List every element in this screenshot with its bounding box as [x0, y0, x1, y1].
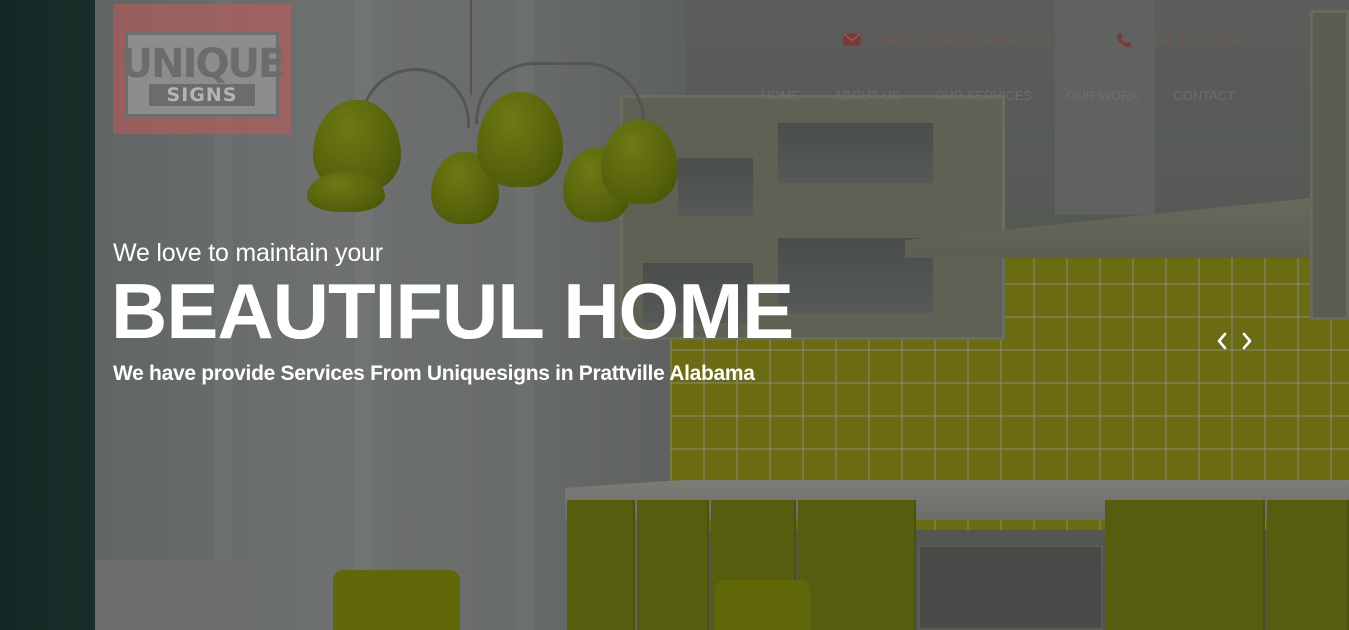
- chevron-right-icon: [1242, 332, 1252, 350]
- main-nav: HOME ABOUT US OUR SERVICES OUR WORK CONT…: [761, 88, 1269, 103]
- chevron-left-icon: [1217, 332, 1227, 350]
- hero-title: BEAUTIFUL HOME: [111, 267, 794, 355]
- nav-item-our-work[interactable]: OUR WORK: [1066, 88, 1139, 103]
- logo-word-signs: SIGNS: [148, 83, 256, 106]
- nav-item-about-us[interactable]: ABOUT US: [834, 88, 900, 103]
- logo-word-unique: UNIQUE: [120, 40, 286, 87]
- email-text: uniquesignz@hotmail.com: [874, 31, 1051, 48]
- contact-phone[interactable]: 334-322-3584: [1114, 31, 1239, 48]
- nav-item-contact[interactable]: CONTACT: [1173, 88, 1235, 103]
- slider-prev-button[interactable]: [1213, 330, 1231, 352]
- phone-text: 334-322-3584: [1146, 31, 1240, 48]
- contact-email[interactable]: uniquesignz@hotmail.com: [842, 31, 1050, 48]
- nav-item-home[interactable]: HOME: [761, 88, 800, 103]
- phone-icon: [1114, 32, 1134, 48]
- envelope-icon: [842, 32, 862, 48]
- hero-subtitle: We have provide Services From Uniquesign…: [113, 362, 755, 385]
- site-logo[interactable]: UNIQUE SIGNS: [113, 4, 291, 134]
- slider-next-button[interactable]: [1238, 330, 1256, 352]
- logo-badge: UNIQUE SIGNS: [121, 32, 285, 117]
- nav-item-our-services[interactable]: OUR SERVICES: [934, 88, 1032, 103]
- hero-pre-title: We love to maintain your: [113, 239, 383, 267]
